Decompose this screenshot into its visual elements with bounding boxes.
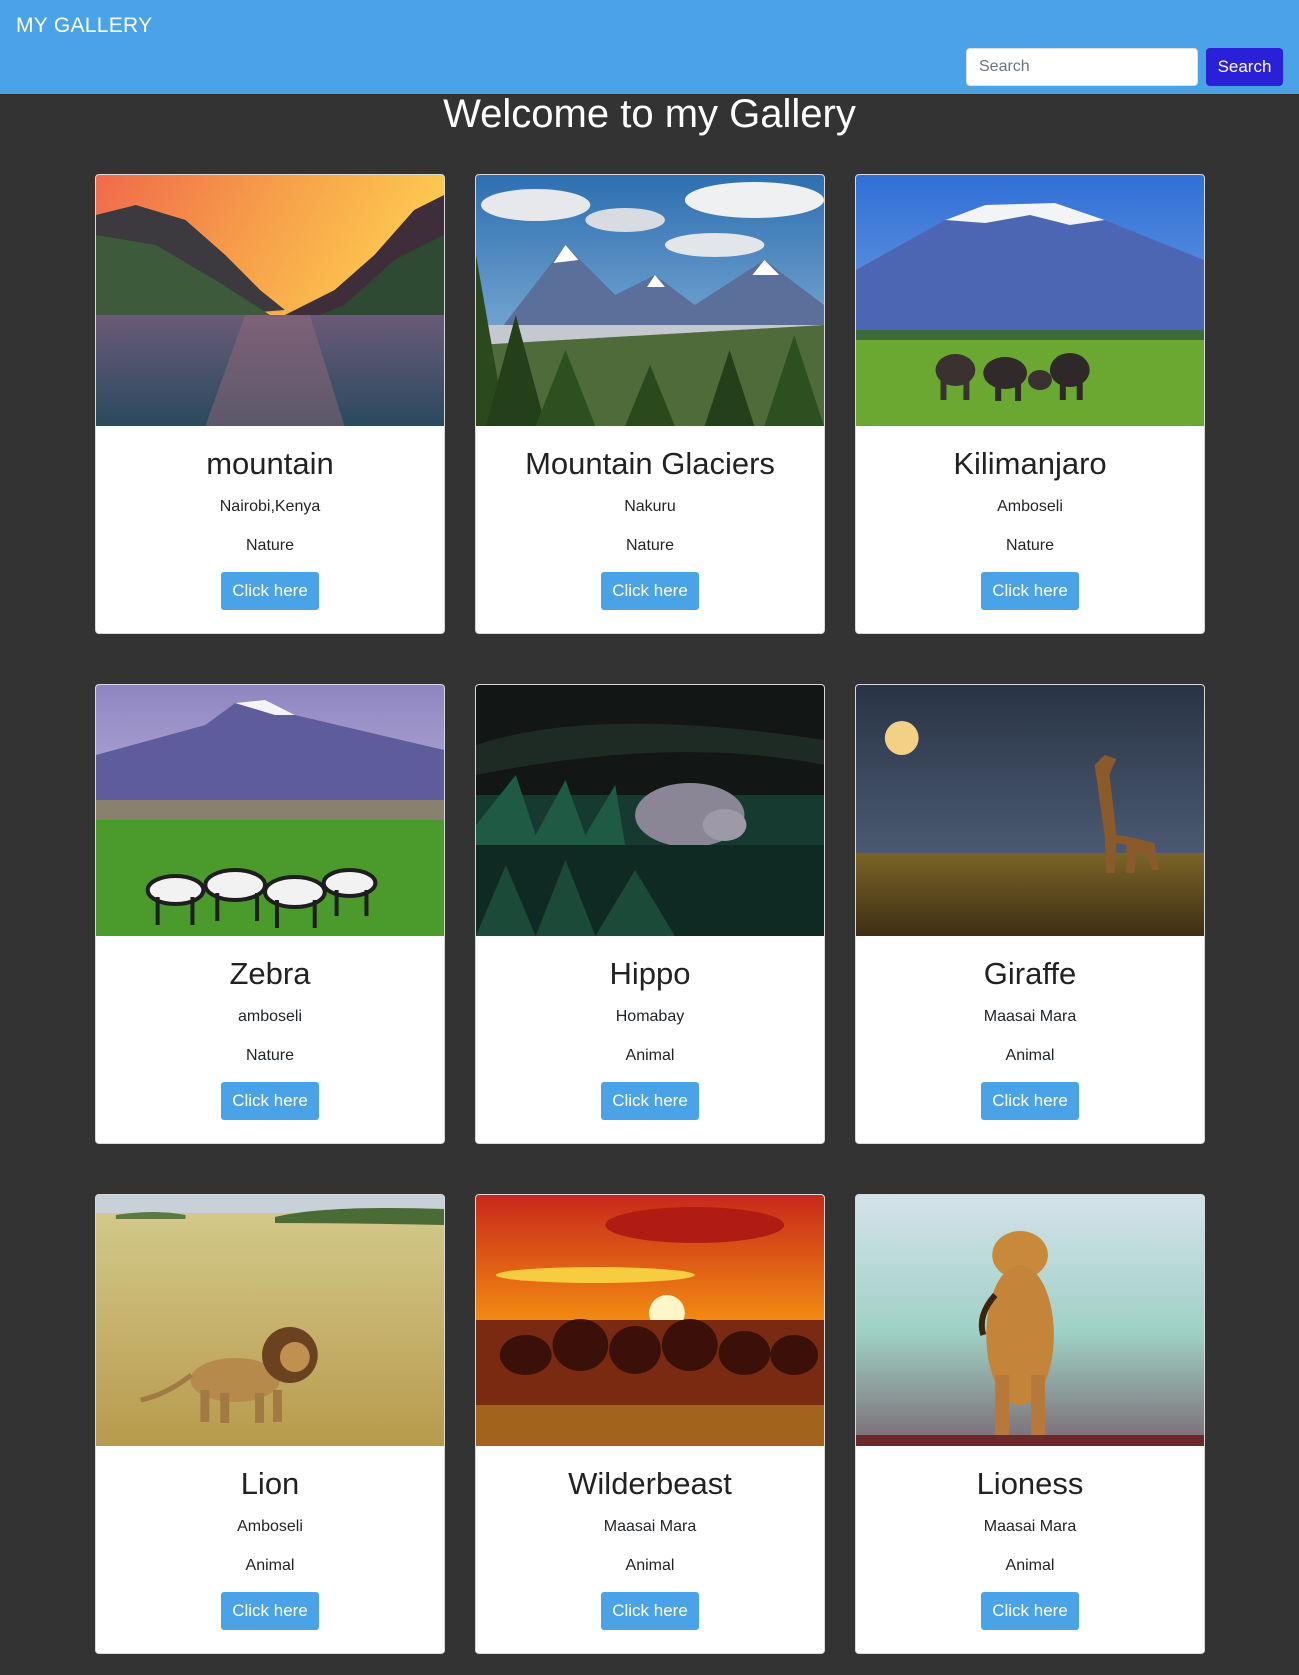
click-here-button[interactable]: Click here: [981, 1082, 1079, 1120]
card-title: Mountain Glaciers: [525, 446, 775, 481]
card-title: mountain: [206, 446, 334, 481]
click-here-button[interactable]: Click here: [601, 1592, 699, 1630]
gallery-card: mountain Nairobi,Kenya Nature Click here: [95, 174, 445, 634]
card-image: [856, 685, 1204, 936]
gallery-card: Lioness Maasai Mara Animal Click here: [855, 1194, 1205, 1654]
card-category: Nature: [245, 537, 295, 554]
click-here-button[interactable]: Click here: [981, 572, 1079, 610]
card-category: Animal: [625, 1047, 675, 1064]
card-title: Lion: [240, 1466, 300, 1501]
card-category: Animal: [1005, 1557, 1055, 1574]
card-location: Nakuru: [624, 498, 676, 515]
gallery-card: Lion Amboseli Animal Click here: [95, 1194, 445, 1654]
card-image: [96, 1195, 444, 1446]
card-image: [476, 1195, 824, 1446]
navbar: MY GALLERY Search: [0, 0, 1299, 94]
page-title-text: Welcome to my Gallery: [443, 92, 856, 136]
card-image: [96, 685, 444, 936]
card-location: Maasai Mara: [603, 1518, 697, 1535]
search-button[interactable]: Search: [1206, 48, 1283, 86]
card-location: Amboseli: [997, 498, 1063, 515]
card-category: Nature: [245, 1047, 295, 1064]
card-category: Animal: [1005, 1047, 1055, 1064]
card-category: Nature: [625, 537, 675, 554]
card-image: [856, 1195, 1204, 1446]
click-here-button[interactable]: Click here: [981, 1592, 1079, 1630]
card-image: [856, 175, 1204, 426]
gallery-card: Giraffe Maasai Mara Animal Click here: [855, 684, 1205, 1144]
card-location: amboseli: [237, 1008, 303, 1025]
card-title: Wilderbeast: [568, 1466, 732, 1501]
brand-title[interactable]: MY GALLERY: [16, 14, 152, 38]
card-title: Zebra: [229, 956, 311, 991]
click-here-button[interactable]: Click here: [221, 572, 319, 610]
card-location: Amboseli: [237, 1518, 303, 1535]
click-here-button[interactable]: Click here: [221, 1592, 319, 1630]
gallery-card: Wilderbeast Maasai Mara Animal Click her…: [475, 1194, 825, 1654]
page-title: Welcome to my Gallery: [0, 92, 1299, 137]
gallery-card: Hippo Homabay Animal Click here: [475, 684, 825, 1144]
card-title: Lioness: [976, 1466, 1084, 1501]
card-category: Animal: [245, 1557, 295, 1574]
card-title: Hippo: [609, 956, 691, 991]
card-category: Animal: [625, 1557, 675, 1574]
click-here-button[interactable]: Click here: [601, 1082, 699, 1120]
card-title: Kilimanjaro: [953, 446, 1107, 481]
click-here-button[interactable]: Click here: [221, 1082, 319, 1120]
card-image: [96, 175, 444, 426]
gallery-card: Mountain Glaciers Nakuru Nature Click he…: [475, 174, 825, 634]
click-here-button[interactable]: Click here: [601, 572, 699, 610]
search-input[interactable]: [966, 48, 1198, 86]
card-image: [476, 175, 824, 426]
gallery-card: Zebra amboseli Nature Click here: [95, 684, 445, 1144]
card-category: Nature: [1005, 537, 1055, 554]
gallery-card: Kilimanjaro Amboseli Nature Click here: [855, 174, 1205, 634]
card-image: [476, 685, 824, 936]
card-title: Giraffe: [983, 956, 1077, 991]
card-location: Nairobi,Kenya: [219, 498, 321, 515]
card-location: Homabay: [615, 1008, 685, 1025]
card-location: Maasai Mara: [983, 1008, 1077, 1025]
card-location: Maasai Mara: [983, 1518, 1077, 1535]
